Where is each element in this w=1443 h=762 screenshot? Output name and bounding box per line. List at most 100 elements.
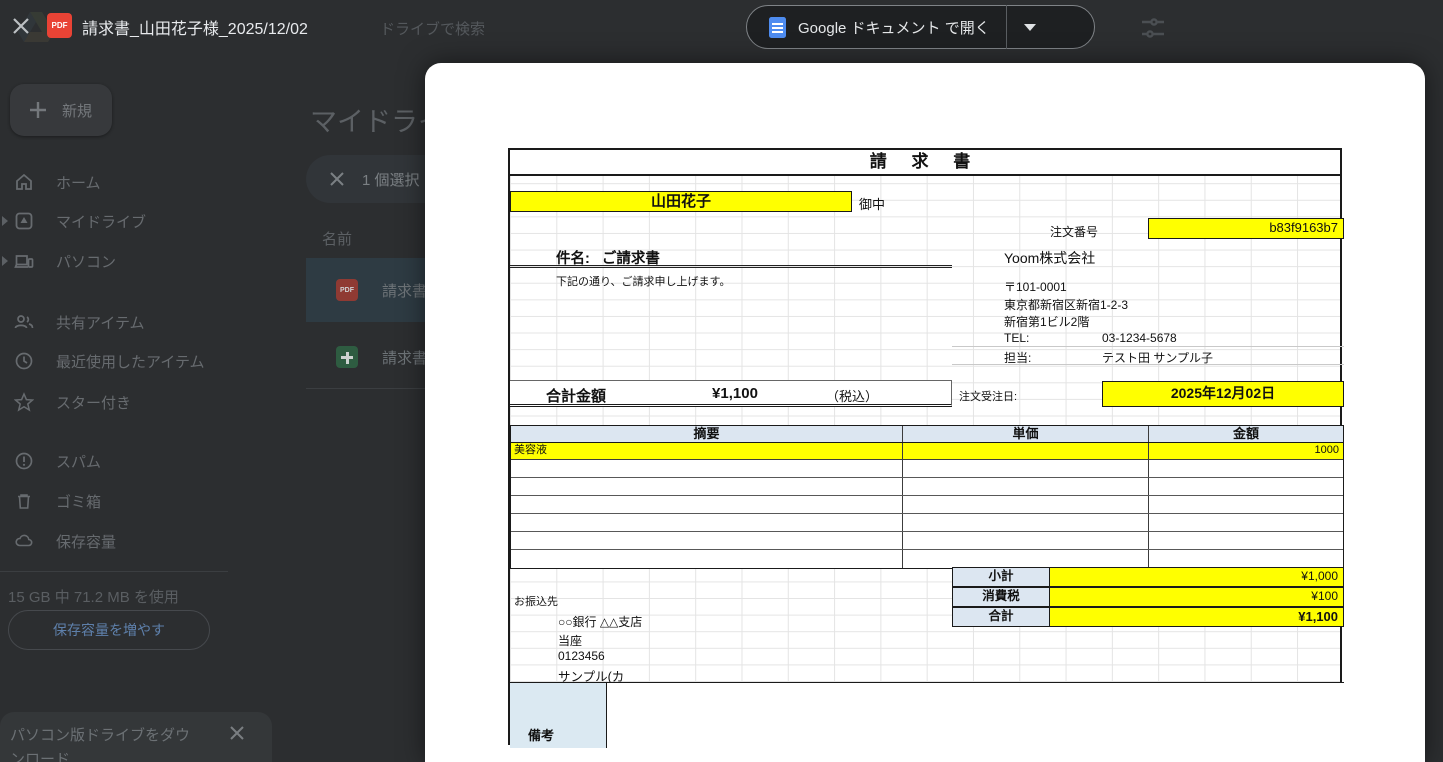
sidebar-item-my-drive[interactable]: マイドライブ	[14, 201, 274, 241]
new-button-label: 新規	[62, 102, 93, 120]
open-with-dropdown[interactable]	[1007, 5, 1053, 49]
summary-tax-row: 消費税 ¥100	[952, 587, 1344, 607]
company-name: Yoom株式会社	[1004, 250, 1096, 266]
top-bar: PDF 請求書_山田花子様_2025/12/02 ドライブで検索 Google …	[0, 0, 1443, 63]
header-unit-price: 単価	[903, 426, 1149, 442]
cloud-icon	[15, 534, 33, 547]
tune-filters-icon[interactable]	[1140, 15, 1166, 41]
item-amount: 1000	[1314, 444, 1339, 456]
item-row-empty	[511, 532, 1343, 550]
row-divider	[306, 388, 426, 389]
item-unit-price	[903, 443, 1149, 459]
get-more-storage-button[interactable]: 保存容量を増やす	[8, 610, 210, 650]
company-address2: 新宿第1ビル2階	[1004, 315, 1090, 329]
bank-account-type: 当座	[558, 634, 583, 648]
item-row-empty	[511, 550, 1343, 568]
summary-subtotal-row: 小計 ¥1,000	[952, 567, 1344, 587]
grand-total-value: ¥1,100	[1050, 607, 1344, 627]
order-number-label: 注文番号	[1050, 225, 1099, 239]
expand-arrow-icon[interactable]	[2, 256, 8, 266]
sidebar-item-label: 共有アイテム	[56, 314, 145, 332]
greeting-text: 下記の通り、ご請求申し上げます。	[556, 276, 731, 288]
column-header-name[interactable]: 名前	[322, 228, 352, 249]
plus-icon	[30, 102, 46, 118]
storage-usage-text: 15 GB 中 71.2 MB を使用	[8, 589, 179, 606]
file-name: 請求書	[382, 282, 428, 300]
google-docs-icon	[769, 16, 786, 38]
contact-row-line	[952, 364, 1344, 365]
trash-icon	[18, 494, 30, 509]
expand-arrow-icon[interactable]	[2, 216, 8, 226]
sidebar-item-shared[interactable]: 共有アイテム	[14, 302, 274, 342]
pdf-file-icon: PDF	[47, 13, 72, 38]
sidebar-item-label: パソコン	[56, 253, 117, 271]
honorific-label: 御中	[859, 197, 886, 212]
spreadsheet-file-icon	[336, 346, 358, 368]
file-name: 請求書	[382, 349, 428, 367]
selection-count-label: 1 個選択	[362, 171, 420, 189]
total-amount-value: ¥1,100	[712, 385, 758, 402]
invoice-title: 請 求 書	[510, 150, 1340, 176]
chevron-down-icon	[1023, 23, 1036, 31]
subject-underline	[510, 254, 952, 268]
sidebar-item-label: スター付き	[56, 394, 132, 412]
sidebar-item-label: スパム	[56, 453, 102, 471]
header-description: 摘要	[511, 426, 903, 442]
items-table: 摘要 単価 金額 美容液 1000	[510, 425, 1344, 569]
sidebar-item-label: 最近使用したアイテム	[56, 353, 205, 371]
item-row-empty	[511, 514, 1343, 532]
sidebar-item-trash[interactable]: ゴミ箱	[14, 481, 274, 521]
alert-icon	[15, 452, 33, 470]
open-with-label: Google ドキュメント で開く	[798, 19, 990, 37]
customer-name-cell: 山田花子	[510, 191, 852, 212]
item-row-empty	[511, 496, 1343, 514]
promo-text-line1: パソコン版ドライブをダウ	[10, 727, 191, 744]
sidebar: 新規 ホーム マイドライブ パソコン 共有アイテム 最近使用したアイテム スター…	[0, 63, 300, 762]
notes-label: 備考	[528, 728, 555, 743]
tax-value: ¥100	[1050, 587, 1344, 607]
tel-row-line	[952, 346, 1344, 347]
sidebar-item-spam[interactable]: スパム	[14, 441, 274, 481]
pdf-preview-panel: 請 求 書 山田花子 御中 注文番号 b83f9163b7 件名: ご請求書 下…	[425, 63, 1425, 762]
clock-icon	[15, 352, 33, 370]
sidebar-item-storage[interactable]: 保存容量	[14, 521, 274, 561]
people-icon	[14, 315, 34, 329]
bank-name: ○○銀行 △△支店	[558, 615, 643, 629]
close-preview-button[interactable]	[8, 13, 34, 39]
notes-label-cell: 備考	[510, 683, 607, 748]
sidebar-item-label: 保存容量	[56, 533, 117, 551]
subtotal-label: 小計	[952, 567, 1050, 587]
drive-search-placeholder[interactable]: ドライブで検索	[380, 18, 485, 39]
item-row: 美容液 1000	[511, 443, 1343, 460]
items-header-row: 摘要 単価 金額	[511, 426, 1343, 443]
promo-close-icon[interactable]	[228, 724, 246, 742]
order-number-cell: b83f9163b7	[1148, 218, 1344, 239]
sidebar-item-home[interactable]: ホーム	[14, 162, 274, 202]
bank-account-number: 0123456	[558, 649, 605, 663]
new-button[interactable]: 新規	[10, 84, 112, 136]
open-with-button[interactable]: Google ドキュメント で開く	[746, 5, 1095, 49]
pdf-file-icon: PDF	[336, 279, 358, 301]
my-drive-icon	[15, 212, 33, 230]
header-amount: 金額	[1232, 426, 1259, 441]
sidebar-divider	[0, 571, 228, 572]
bank-section-label: お振込先	[514, 596, 558, 608]
preview-file-title: 請求書_山田花子様_2025/12/02	[82, 21, 308, 38]
sidebar-item-recent[interactable]: 最近使用したアイテム	[14, 341, 274, 381]
order-date-cell: 2025年12月02日	[1102, 381, 1344, 407]
clear-selection-icon[interactable]	[328, 170, 346, 188]
star-icon	[14, 392, 34, 412]
company-address1: 東京都新宿区新宿1-2-3	[1004, 298, 1129, 312]
tax-label: 消費税	[952, 587, 1050, 607]
tel-label: TEL:	[1004, 331, 1030, 345]
company-postal: 〒101-0001	[1004, 280, 1067, 294]
item-row-empty	[511, 478, 1343, 496]
subtotal-value: ¥1,000	[1050, 567, 1344, 587]
drive-desktop-promo-card: パソコン版ドライブをダウ ンロード	[0, 712, 272, 762]
home-icon	[16, 173, 32, 190]
summary-total-row: 合計 ¥1,100	[952, 607, 1344, 627]
sidebar-item-starred[interactable]: スター付き	[14, 382, 274, 422]
item-row-empty	[511, 460, 1343, 478]
sidebar-item-computers[interactable]: パソコン	[14, 241, 274, 281]
tel-value: 03-1234-5678	[1102, 331, 1177, 345]
